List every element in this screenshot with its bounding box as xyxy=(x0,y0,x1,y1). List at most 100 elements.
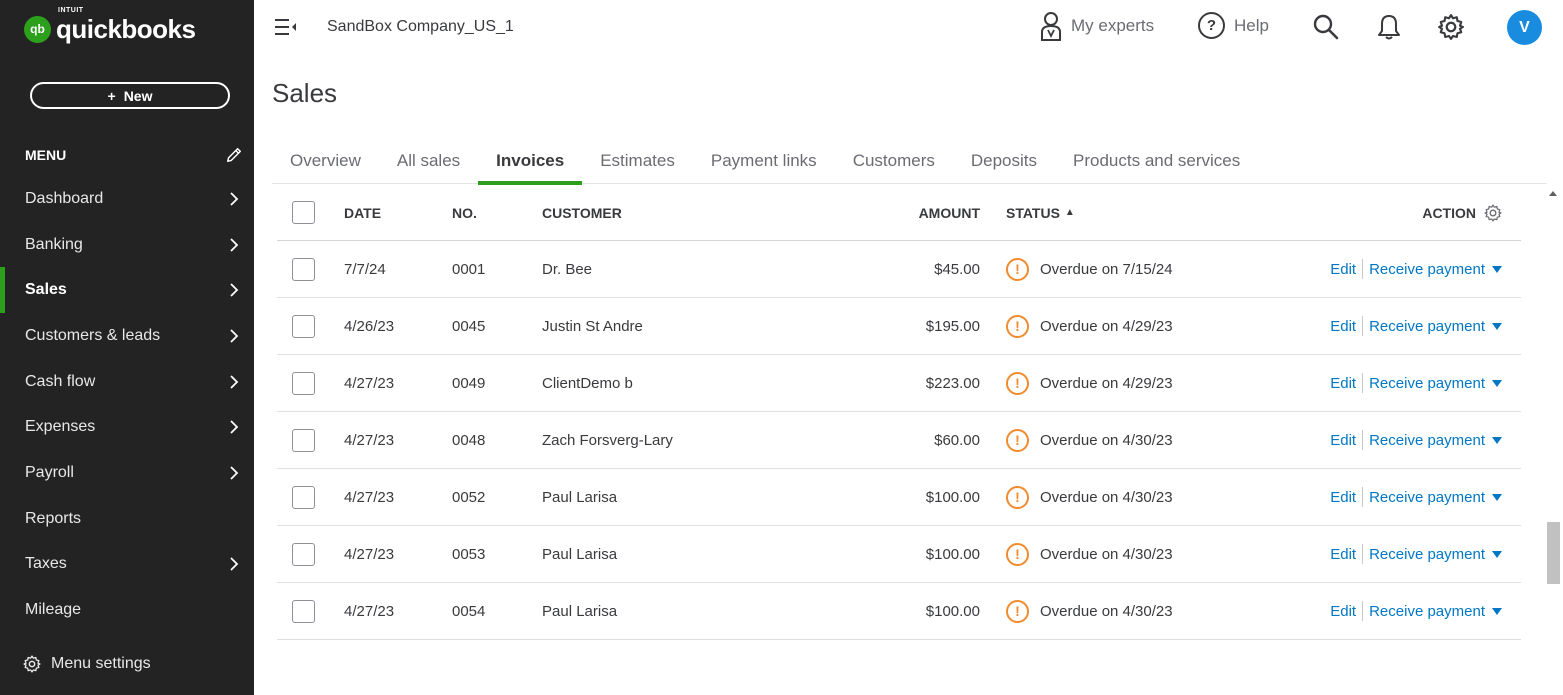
tab-all-sales[interactable]: All sales xyxy=(379,142,478,183)
page-title: Sales xyxy=(272,78,338,108)
menu-header: MENU xyxy=(25,146,243,164)
my-experts-button[interactable]: My experts xyxy=(1039,10,1154,42)
row-amount: $100.00 xyxy=(925,545,980,563)
edit-link[interactable]: Edit xyxy=(1330,375,1356,392)
scrollbar[interactable] xyxy=(1545,184,1561,695)
row-checkbox[interactable] xyxy=(292,428,315,452)
sidebar-item-customers-leads[interactable]: Customers & leads xyxy=(0,313,254,359)
sidebar-item-label: Dashboard xyxy=(25,189,104,207)
row-amount: $100.00 xyxy=(925,602,980,620)
receive-payment-link[interactable]: Receive payment xyxy=(1369,603,1485,620)
row-amount: $223.00 xyxy=(925,374,980,392)
row-amount: $45.00 xyxy=(934,260,980,278)
tab-products-and-services[interactable]: Products and services xyxy=(1055,142,1258,183)
row-select-cell xyxy=(292,526,315,582)
menu-settings-button[interactable]: Menu settings xyxy=(22,654,151,674)
help-button[interactable]: ? Help xyxy=(1198,12,1269,39)
sidebar-item-cash-flow[interactable]: Cash flow xyxy=(0,359,254,405)
edit-link[interactable]: Edit xyxy=(1330,603,1356,620)
caret-down-icon[interactable] xyxy=(1491,549,1503,559)
tab-customers[interactable]: Customers xyxy=(835,142,953,183)
gear-icon[interactable] xyxy=(1483,203,1503,223)
scrollbar-thumb[interactable] xyxy=(1547,522,1560,584)
scroll-up-arrow-icon[interactable] xyxy=(1547,188,1559,198)
search-icon[interactable] xyxy=(1311,12,1341,42)
gear-icon[interactable] xyxy=(1436,12,1466,42)
sidebar-item-reports[interactable]: Reports xyxy=(0,496,254,542)
sidebar-item-dashboard[interactable]: Dashboard xyxy=(0,176,254,222)
sidebar-item-label: Customers & leads xyxy=(25,326,161,344)
edit-link[interactable]: Edit xyxy=(1330,261,1356,278)
header-amount[interactable]: AMOUNT xyxy=(919,185,980,240)
row-select-cell xyxy=(292,583,315,639)
new-button[interactable]: + New xyxy=(30,82,230,109)
row-actions: Edit Receive payment xyxy=(1330,412,1503,468)
tab-invoices[interactable]: Invoices xyxy=(478,142,583,185)
overdue-alert-icon: ! xyxy=(1006,599,1029,623)
tab-estimates[interactable]: Estimates xyxy=(582,142,693,183)
sort-ascending-icon: ▲ xyxy=(1064,207,1075,218)
tab-overview[interactable]: Overview xyxy=(272,142,379,183)
row-date: 4/27/23 xyxy=(344,431,395,449)
tab-payment-links[interactable]: Payment links xyxy=(693,142,835,183)
header-date[interactable]: DATE xyxy=(344,185,381,240)
select-all-checkbox[interactable] xyxy=(292,201,315,224)
sidebar-item-payroll[interactable]: Payroll xyxy=(0,450,254,496)
sidebar-item-banking[interactable]: Banking xyxy=(0,222,254,268)
bell-icon[interactable] xyxy=(1374,12,1404,42)
sidebar-item-expenses[interactable]: Expenses xyxy=(0,404,254,450)
receive-payment-link[interactable]: Receive payment xyxy=(1369,489,1485,506)
row-checkbox[interactable] xyxy=(292,485,315,509)
tab-deposits[interactable]: Deposits xyxy=(953,142,1055,183)
row-checkbox[interactable] xyxy=(292,599,315,623)
receive-payment-link[interactable]: Receive payment xyxy=(1369,546,1485,563)
row-checkbox[interactable] xyxy=(292,314,315,338)
action-divider xyxy=(1362,487,1364,507)
caret-down-icon[interactable] xyxy=(1491,264,1503,274)
header-customer[interactable]: CUSTOMER xyxy=(542,185,622,240)
row-checkbox[interactable] xyxy=(292,371,315,395)
header-status[interactable]: STATUS ▲ xyxy=(1006,185,1075,240)
overdue-alert-icon: ! xyxy=(1006,542,1029,566)
table-body: 7/7/24 0001 Dr. Bee $45.00 ! Overdue on … xyxy=(277,241,1521,640)
company-name[interactable]: SandBox Company_US_1 xyxy=(327,18,514,36)
sidebar-item-sales[interactable]: Sales xyxy=(0,267,254,313)
row-actions: Edit Receive payment xyxy=(1330,298,1503,354)
receive-payment-link[interactable]: Receive payment xyxy=(1369,432,1485,449)
table-row: 4/27/23 0048 Zach Forsverg-Lary $60.00 !… xyxy=(277,412,1521,469)
pencil-icon[interactable] xyxy=(225,146,243,164)
caret-down-icon[interactable] xyxy=(1491,321,1503,331)
receive-payment-link[interactable]: Receive payment xyxy=(1369,318,1485,335)
receive-payment-link[interactable]: Receive payment xyxy=(1369,261,1485,278)
sidebar-item-mileage[interactable]: Mileage xyxy=(0,587,254,633)
sidebar-item-label: Cash flow xyxy=(25,372,96,390)
row-select-cell xyxy=(292,469,315,525)
receive-payment-link[interactable]: Receive payment xyxy=(1369,375,1485,392)
edit-link[interactable]: Edit xyxy=(1330,432,1356,449)
quickbooks-wordmark: quickbooks xyxy=(56,14,196,44)
header-no[interactable]: NO. xyxy=(452,185,477,240)
row-date: 4/27/23 xyxy=(344,602,395,620)
caret-down-icon[interactable] xyxy=(1491,606,1503,616)
caret-down-icon[interactable] xyxy=(1491,378,1503,388)
intuit-label: INTUIT xyxy=(58,7,84,14)
edit-link[interactable]: Edit xyxy=(1330,546,1356,563)
row-select-cell xyxy=(292,355,315,411)
sidebar-item-taxes[interactable]: Taxes xyxy=(0,542,254,588)
sidebar: qb INTUIT quickbooks + New MENU Dashboar… xyxy=(0,0,254,695)
row-date: 7/7/24 xyxy=(344,260,386,278)
invoices-table: DATE NO. CUSTOMER AMOUNT STATUS ▲ ACTION… xyxy=(277,185,1521,640)
quickbooks-logo[interactable]: qb INTUIT quickbooks xyxy=(24,7,196,46)
row-checkbox[interactable] xyxy=(292,542,315,566)
caret-down-icon[interactable] xyxy=(1491,492,1503,502)
row-checkbox[interactable] xyxy=(292,257,315,281)
row-actions: Edit Receive payment xyxy=(1330,583,1503,639)
edit-link[interactable]: Edit xyxy=(1330,489,1356,506)
chevron-right-icon xyxy=(230,557,239,571)
menu-toggle-icon[interactable] xyxy=(274,16,298,38)
caret-down-icon[interactable] xyxy=(1491,435,1503,445)
plus-icon: + xyxy=(107,87,116,104)
avatar[interactable]: V xyxy=(1507,10,1542,45)
edit-link[interactable]: Edit xyxy=(1330,318,1356,335)
header-action-label: ACTION xyxy=(1422,204,1476,221)
